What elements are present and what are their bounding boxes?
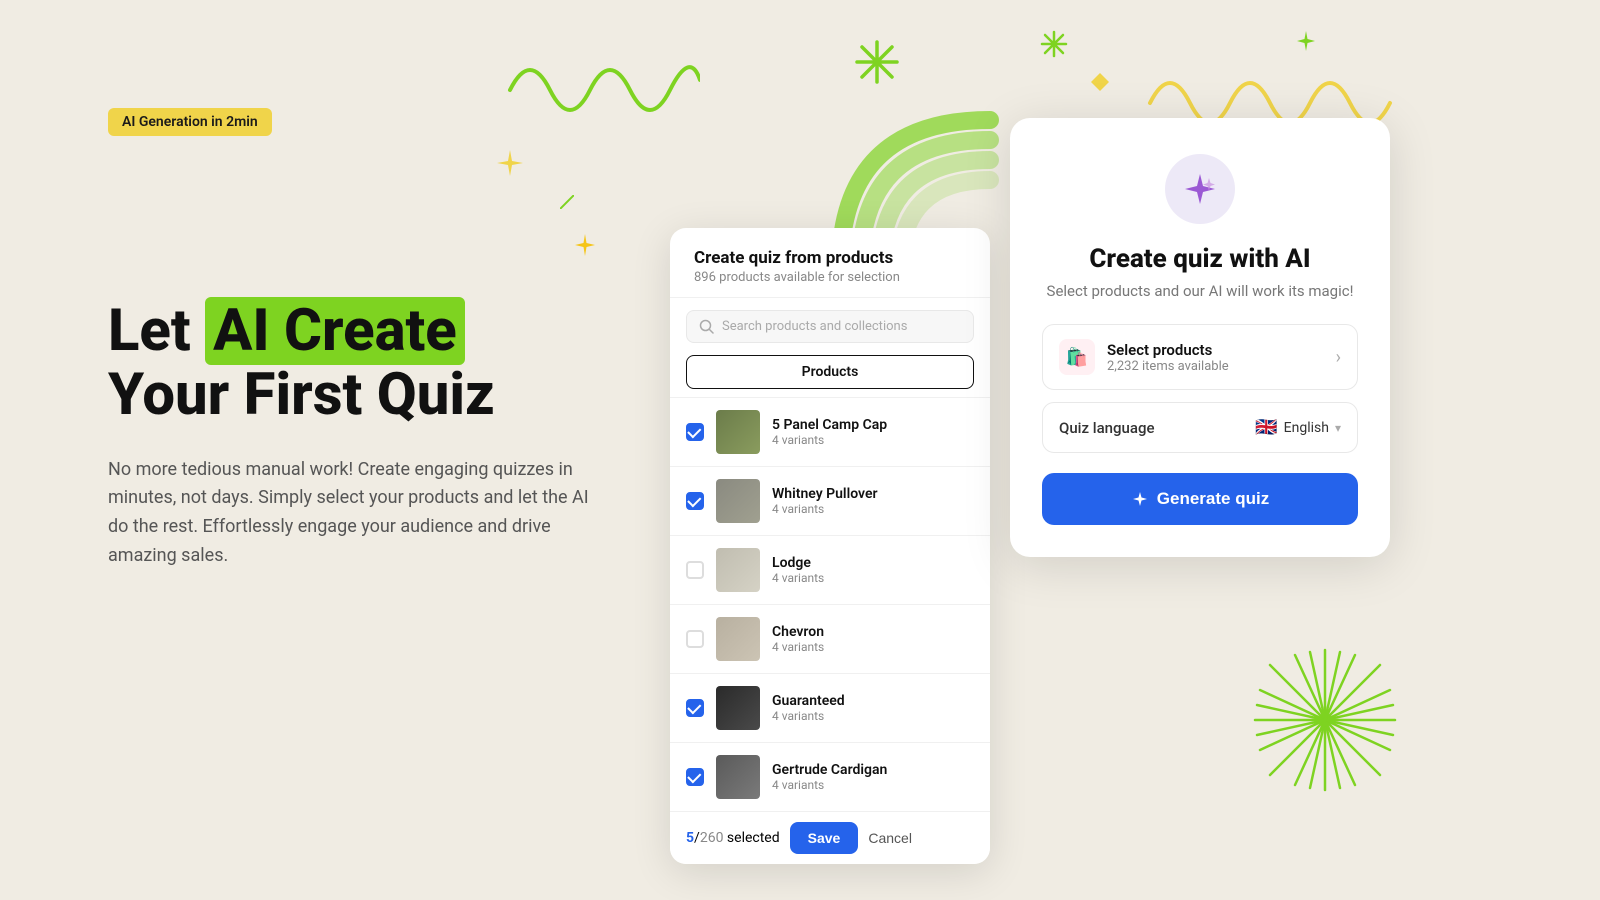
product-thumbnail <box>716 479 760 523</box>
product-name: Whitney Pullover <box>772 486 974 502</box>
product-thumbnail <box>716 410 760 454</box>
save-button[interactable]: Save <box>790 822 859 854</box>
product-checkbox[interactable] <box>686 561 704 579</box>
total-number: 260 <box>700 830 724 846</box>
generate-quiz-button[interactable]: Generate quiz <box>1042 473 1358 525</box>
language-text: English <box>1284 420 1329 436</box>
hero-heading: Let AI Create Your First Quiz <box>108 300 668 428</box>
product-variants: 4 variants <box>772 709 974 723</box>
search-placeholder: Search products and collections <box>722 319 907 334</box>
quiz-modal: Create quiz from products 896 products a… <box>670 228 990 864</box>
hero-section: Let AI Create Your First Quiz No more te… <box>108 300 668 571</box>
product-name: Lodge <box>772 555 974 571</box>
sunburst-deco <box>1245 640 1405 800</box>
modal-footer: 5/260 selected Save Cancel <box>670 811 990 864</box>
product-item[interactable]: Whitney Pullover4 variants <box>670 466 990 535</box>
product-checkbox[interactable] <box>686 768 704 786</box>
product-thumbnail <box>716 617 760 661</box>
product-list: 5 Panel Camp Cap4 variantsWhitney Pullov… <box>670 397 990 811</box>
quiz-modal-title: Create quiz from products <box>694 248 966 268</box>
ai-modal-title: Create quiz with AI <box>1042 244 1358 274</box>
tab-products[interactable]: Products <box>686 355 974 389</box>
language-selector[interactable]: 🇬🇧 English ▾ <box>1255 417 1341 438</box>
chevron-down-icon: ▾ <box>1335 421 1341 435</box>
product-checkbox[interactable] <box>686 630 704 648</box>
product-checkbox[interactable] <box>686 699 704 717</box>
hero-subtext: No more tedious manual work! Create enga… <box>108 456 608 571</box>
diamond-yellow <box>1090 72 1110 92</box>
ai-icon-container <box>1165 154 1235 224</box>
flag-icon: 🇬🇧 <box>1255 417 1277 438</box>
product-checkbox[interactable] <box>686 423 704 441</box>
star-yellow-2 <box>1295 30 1317 52</box>
product-name: Guaranteed <box>772 693 974 709</box>
product-info: Guaranteed4 variants <box>772 693 974 723</box>
product-item[interactable]: Guaranteed4 variants <box>670 673 990 742</box>
select-products-sub: 2,232 items available <box>1107 359 1336 374</box>
wave-deco-green <box>500 40 700 120</box>
product-info: Gertrude Cardigan4 variants <box>772 762 974 792</box>
selected-count: 5/260 selected <box>686 830 780 846</box>
selected-label: selected <box>727 830 780 846</box>
sparkle-green-large <box>855 40 899 84</box>
ai-modal-subtitle: Select products and our AI will work its… <box>1042 282 1358 300</box>
product-info: Whitney Pullover4 variants <box>772 486 974 516</box>
ai-sparkle-icon <box>1181 170 1219 208</box>
quiz-modal-header: Create quiz from products 896 products a… <box>670 228 990 298</box>
product-item[interactable]: Chevron4 variants <box>670 604 990 673</box>
ai-modal: Create quiz with AI Select products and … <box>1010 118 1390 557</box>
product-variants: 4 variants <box>772 640 974 654</box>
product-item[interactable]: Lodge4 variants <box>670 535 990 604</box>
select-products-text: Select products 2,232 items available <box>1107 341 1336 374</box>
product-variants: 4 variants <box>772 502 974 516</box>
quiz-modal-subtitle: 896 products available for selection <box>694 270 966 285</box>
product-info: 5 Panel Camp Cap4 variants <box>772 417 974 447</box>
chevron-right-icon: › <box>1336 347 1341 368</box>
product-name: Gertrude Cardigan <box>772 762 974 778</box>
selected-number: 5 <box>686 830 694 846</box>
sparkle-green-small <box>1040 30 1068 58</box>
product-thumbnail <box>716 548 760 592</box>
select-products-row[interactable]: 🛍️ Select products 2,232 items available… <box>1042 324 1358 390</box>
sparkle-yellow <box>572 232 598 258</box>
product-info: Lodge4 variants <box>772 555 974 585</box>
product-thumbnail <box>716 755 760 799</box>
product-name: 5 Panel Camp Cap <box>772 417 974 433</box>
product-variants: 4 variants <box>772 433 974 447</box>
language-row: Quiz language 🇬🇧 English ▾ <box>1042 402 1358 453</box>
product-variants: 4 variants <box>772 778 974 792</box>
product-thumbnail <box>716 686 760 730</box>
product-name: Chevron <box>772 624 974 640</box>
search-bar[interactable]: Search products and collections <box>686 310 974 343</box>
cancel-button[interactable]: Cancel <box>868 830 912 846</box>
select-products-label: Select products <box>1107 341 1336 359</box>
language-label: Quiz language <box>1059 419 1255 437</box>
tabs-row: Products <box>686 355 974 389</box>
product-item[interactable]: Gertrude Cardigan4 variants <box>670 742 990 811</box>
star-yellow-1 <box>495 148 525 178</box>
sparkle-btn-icon <box>1131 490 1149 508</box>
generate-btn-label: Generate quiz <box>1157 489 1269 509</box>
product-info: Chevron4 variants <box>772 624 974 654</box>
ai-badge: AI Generation in 2min <box>108 108 272 136</box>
bag-icon: 🛍️ <box>1059 339 1095 375</box>
product-item[interactable]: 5 Panel Camp Cap4 variants <box>670 397 990 466</box>
product-variants: 4 variants <box>772 571 974 585</box>
search-icon <box>699 319 714 334</box>
line-deco <box>560 195 574 209</box>
product-checkbox[interactable] <box>686 492 704 510</box>
